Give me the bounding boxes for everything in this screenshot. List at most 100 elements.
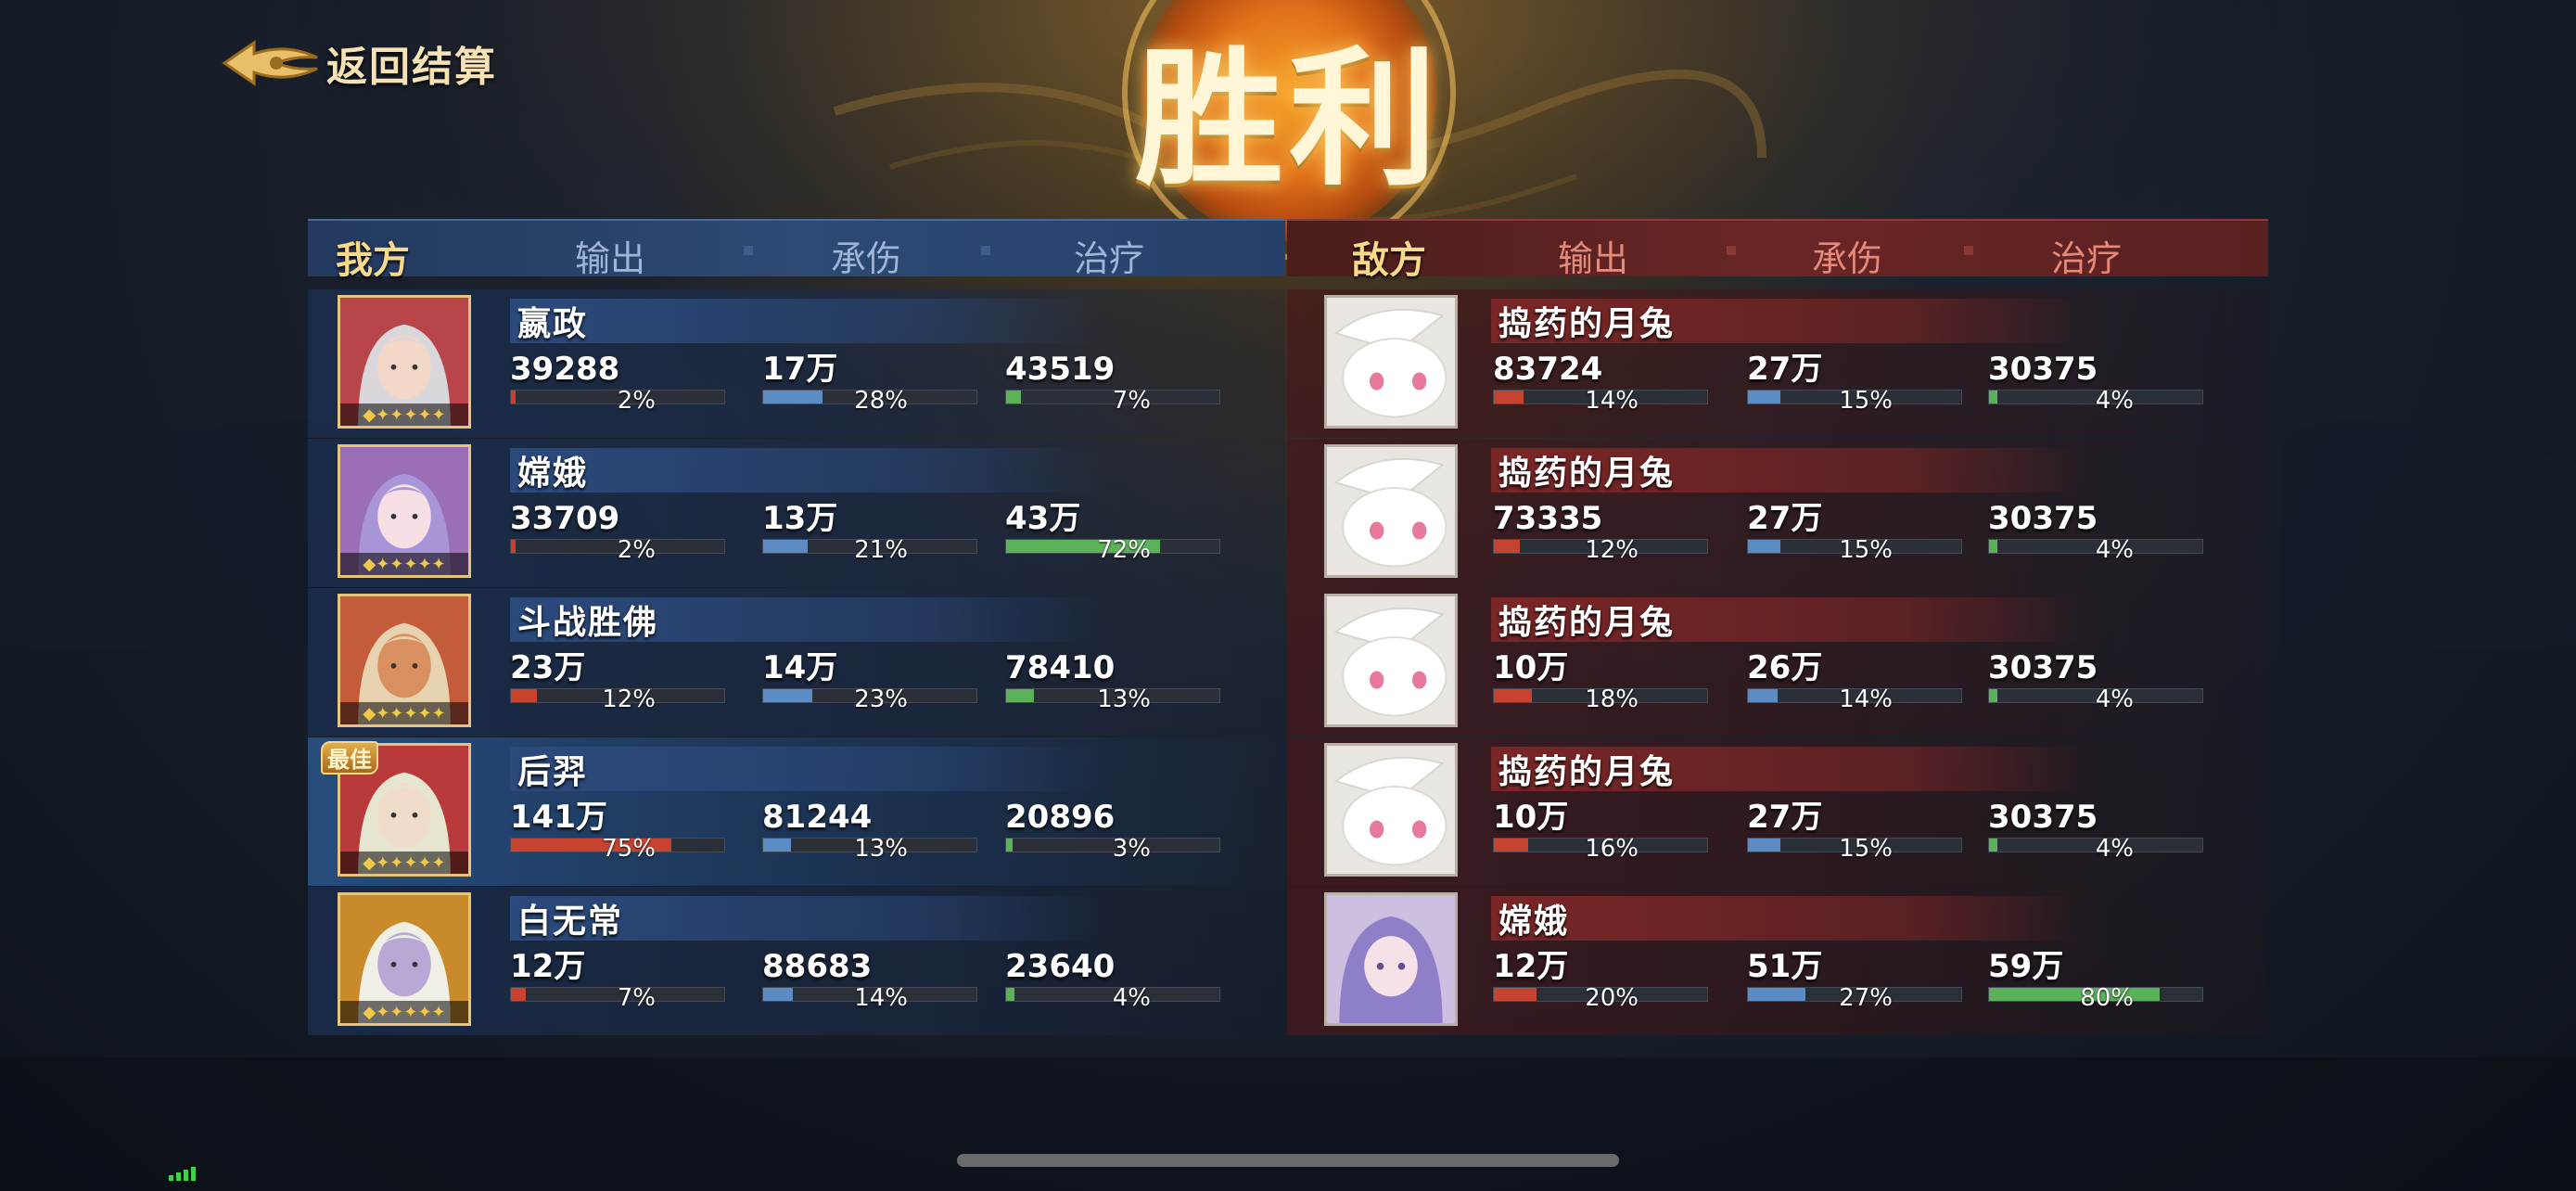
taken-value: 14万 [762, 649, 838, 686]
heal-value: 20896 [1005, 799, 1116, 836]
taken-stat: 26万 14% [1747, 649, 1962, 713]
enemy-col-heal: 治疗 [2051, 238, 2123, 279]
taken-bar-fill [1748, 839, 1780, 852]
taken-bar: 15% [1747, 387, 1962, 415]
ally-header: 我方 输出 承伤 治疗 [308, 219, 1285, 282]
dmg-bar-fill [1494, 540, 1520, 553]
heal-value: 30375 [1988, 649, 2098, 686]
dmg-bar: 2% [510, 536, 725, 564]
taken-value: 27万 [1747, 500, 1823, 537]
dmg-value: 12万 [510, 948, 586, 985]
victory-title: 胜利 [1134, 32, 1443, 206]
hero-name-bar: 后羿 [510, 747, 1103, 791]
enemy-hero-row[interactable]: 捣药的月兔 10万 18% 26万 14% 30375 4% [1287, 588, 2268, 736]
enemy-hero-row[interactable]: 捣药的月兔 83724 14% 27万 15% 30375 4% [1287, 289, 2268, 438]
heal-bar-fill [1006, 689, 1034, 702]
taken-bar: 23% [762, 685, 977, 713]
hero-avatar[interactable]: ◆✦✦✦✦✦ [338, 295, 471, 429]
enemy-side-label: 敌方 [1352, 239, 1426, 282]
hero-avatar[interactable]: ◆✦✦✦✦✦ [338, 444, 471, 578]
hero-avatar[interactable] [1324, 743, 1458, 877]
dmg-bar-fill [1494, 689, 1533, 702]
hero-avatar[interactable] [1324, 892, 1458, 1026]
heal-bar-fill [1989, 839, 1998, 852]
ally-hero-row[interactable]: ◆✦✦✦✦✦ 嫦娥 33709 2% 13万 21% 43万 72% [308, 439, 1285, 587]
dmg-bar-fill [511, 689, 537, 702]
heal-bar: 4% [1988, 835, 2203, 863]
heal-value: 30375 [1988, 799, 2098, 836]
taken-value: 81244 [762, 799, 873, 836]
hero-avatar[interactable] [1324, 594, 1458, 727]
header-divider [1964, 246, 1973, 255]
hero-name: 后羿 [517, 753, 589, 791]
rabbit-portrait [1327, 298, 1455, 426]
rabbit-portrait [1327, 746, 1455, 874]
heal-percent: 4% [2095, 536, 2134, 564]
mvp-badge: 最佳 [321, 741, 378, 775]
heal-value: 78410 [1005, 649, 1116, 686]
ally-hero-row[interactable]: ◆✦✦✦✦✦ 斗战胜佛 23万 12% 14万 23% 78410 13% [308, 588, 1285, 736]
taken-value: 27万 [1747, 351, 1823, 388]
heal-bar: 4% [1005, 984, 1220, 1012]
hero-name: 嫦娥 [517, 455, 589, 493]
taken-percent: 15% [1839, 536, 1893, 564]
taken-value: 88683 [762, 948, 873, 985]
hero-name-bar: 嬴政 [510, 299, 1103, 343]
signal-strength-icon [169, 1167, 196, 1181]
heal-value: 23640 [1005, 948, 1116, 985]
dmg-bar-fill [1494, 391, 1524, 403]
enemy-hero-row[interactable]: 嫦娥 12万 20% 51万 27% 59万 80% [1287, 887, 2268, 1035]
dmg-stat: 83724 14% [1493, 351, 1708, 415]
dmg-stat: 12万 7% [510, 948, 725, 1012]
ally-stats-panel: 我方 输出 承伤 治疗 ◆✦✦✦✦✦ 嬴政 39288 2% 17万 28% 4… [308, 219, 1285, 1054]
dmg-stat: 10万 18% [1493, 649, 1708, 713]
heal-stat: 30375 4% [1988, 500, 2203, 564]
star-rating: ◆✦✦✦✦✦ [340, 702, 468, 724]
dmg-percent: 14% [1585, 387, 1639, 415]
heal-stat: 30375 4% [1988, 649, 2203, 713]
taken-value: 13万 [762, 500, 838, 537]
enemy-hero-row[interactable]: 捣药的月兔 10万 16% 27万 15% 30375 4% [1287, 737, 2268, 886]
hero-name: 捣药的月兔 [1498, 455, 1676, 493]
hero-avatar[interactable] [1324, 444, 1458, 578]
heal-stat: 23640 4% [1005, 948, 1220, 1012]
hero-avatar[interactable]: ◆✦✦✦✦✦ [338, 594, 471, 727]
taken-stat: 27万 15% [1747, 351, 1962, 415]
ally-hero-row[interactable]: ◆✦✦✦✦✦ 嬴政 39288 2% 17万 28% 43519 7% [308, 289, 1285, 438]
ally-hero-row[interactable]: 最佳 ◆✦✦✦✦✦ 后羿 141万 75% 81244 13% 20896 3% [308, 737, 1285, 886]
heal-bar: 4% [1988, 387, 2203, 415]
hero-name-bar: 捣药的月兔 [1491, 299, 2085, 343]
home-indicator[interactable] [957, 1154, 1619, 1167]
ally-hero-row[interactable]: ◆✦✦✦✦✦ 白无常 12万 7% 88683 14% 23640 4% [308, 887, 1285, 1035]
header-divider [1727, 246, 1736, 255]
back-to-results-button[interactable]: 返回结算 [221, 33, 497, 93]
back-to-results-label: 返回结算 [326, 44, 497, 91]
dmg-bar: 12% [1493, 536, 1708, 564]
taken-bar: 21% [762, 536, 977, 564]
hero-avatar[interactable]: ◆✦✦✦✦✦ [338, 892, 471, 1026]
dmg-percent: 20% [1585, 984, 1639, 1012]
enemy-hero-row[interactable]: 捣药的月兔 73335 12% 27万 15% 30375 4% [1287, 439, 2268, 587]
dmg-bar-fill [511, 988, 527, 1001]
taken-percent: 13% [854, 835, 908, 863]
taken-stat: 13万 21% [762, 500, 977, 564]
taken-value: 26万 [1747, 649, 1823, 686]
taken-bar-fill [1748, 988, 1806, 1001]
heal-bar-fill [1989, 391, 1998, 403]
dmg-percent: 2% [617, 387, 656, 415]
taken-percent: 15% [1839, 387, 1893, 415]
hero-name: 嬴政 [517, 305, 589, 343]
enemy-col-damage: 输出 [1558, 238, 1629, 279]
taken-value: 51万 [1747, 948, 1823, 985]
heal-value: 43万 [1005, 500, 1081, 537]
dmg-bar: 18% [1493, 685, 1708, 713]
taken-bar: 14% [762, 984, 977, 1012]
taken-percent: 14% [854, 984, 908, 1012]
taken-bar: 13% [762, 835, 977, 863]
taken-percent: 14% [1839, 685, 1893, 713]
hero-avatar[interactable] [1324, 295, 1458, 429]
taken-stat: 27万 15% [1747, 500, 1962, 564]
dmg-value: 39288 [510, 351, 620, 388]
dmg-stat: 141万 75% [510, 799, 725, 863]
heal-stat: 30375 4% [1988, 799, 2203, 863]
